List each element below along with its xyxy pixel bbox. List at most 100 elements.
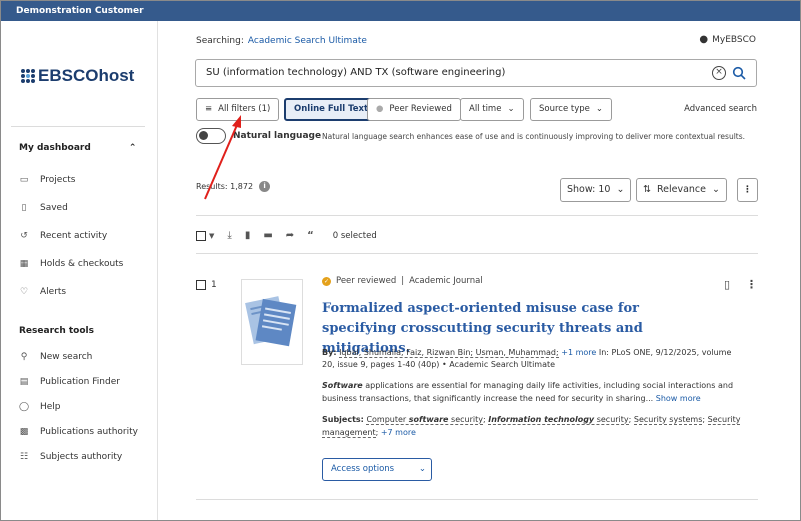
natural-language-description: Natural language search enhances ease of… bbox=[322, 132, 746, 141]
more-subjects-link[interactable]: +7 more bbox=[381, 428, 416, 437]
source-type-dropdown[interactable]: Source type ⌄ bbox=[530, 98, 613, 121]
all-filters-button[interactable]: ≡ All filters (1) bbox=[196, 98, 280, 121]
results-toolbar: ▼ ⤓ ▮ ▬ ➦ “ 0 selected bbox=[196, 230, 377, 241]
bell-icon: ♡ bbox=[19, 287, 29, 297]
database-link[interactable]: Academic Search Ultimate bbox=[248, 36, 367, 46]
folder-icon: ▭ bbox=[19, 175, 29, 185]
result-checkbox[interactable] bbox=[196, 280, 206, 290]
peer-reviewed-chip[interactable]: ● Peer Reviewed bbox=[367, 98, 461, 121]
ebscohost-logo[interactable]: EBSCOhost bbox=[21, 66, 134, 86]
sort-icon: ⇅ bbox=[643, 184, 651, 195]
sidebar-item-label: New search bbox=[40, 352, 93, 362]
share-icon[interactable]: ➦ bbox=[286, 230, 294, 241]
advanced-search-link[interactable]: Advanced search bbox=[684, 104, 757, 114]
select-all-control[interactable]: ▼ bbox=[196, 230, 214, 241]
sidebar-item-saved[interactable]: ▯ Saved bbox=[19, 203, 68, 213]
document-icon: ▤ bbox=[19, 377, 29, 387]
searching-database: Searching: Academic Search Ultimate bbox=[196, 36, 367, 46]
sidebar-item-label: Recent activity bbox=[40, 231, 108, 241]
natural-language-toggle[interactable] bbox=[196, 128, 226, 144]
sidebar-item-label: Saved bbox=[40, 203, 68, 213]
sort-dropdown[interactable]: ⇅ Relevance ⌄ bbox=[636, 178, 727, 202]
divider bbox=[196, 499, 758, 500]
online-full-text-chip[interactable]: Online Full Text bbox=[284, 98, 379, 121]
page-size-label: Show: 10 bbox=[567, 184, 611, 195]
selected-count: 0 selected bbox=[332, 230, 377, 241]
more-authors-link[interactable]: +1 more bbox=[561, 348, 596, 357]
show-more-link[interactable]: Show more bbox=[656, 394, 701, 403]
folder-add-icon[interactable]: ▬ bbox=[263, 230, 272, 241]
my-dashboard-heading: My dashboard bbox=[19, 143, 91, 153]
customer-bar: Demonstration Customer bbox=[1, 1, 800, 21]
bookmark-icon[interactable]: ▯ bbox=[724, 278, 730, 291]
page-size-dropdown[interactable]: Show: 10 ⌄ bbox=[560, 178, 632, 202]
source-type-text: Academic Journal bbox=[409, 276, 483, 286]
sidebar-item-label: Alerts bbox=[40, 287, 67, 297]
sidebar-item-subjects-authority[interactable]: ☷ Subjects authority bbox=[19, 452, 122, 462]
caret-down-icon[interactable]: ▼ bbox=[209, 232, 214, 240]
divider bbox=[196, 215, 758, 216]
result-index: 1 bbox=[211, 280, 217, 290]
chevron-down-icon: ⌄ bbox=[418, 464, 426, 474]
subject-link[interactable]: Security systems bbox=[633, 415, 703, 425]
subject-text: Computer bbox=[366, 415, 409, 424]
subject-link[interactable]: Computer software security bbox=[366, 415, 483, 425]
results-more-options-button[interactable]: ⋮ bbox=[737, 178, 758, 202]
search-icon[interactable] bbox=[732, 65, 746, 91]
chevron-down-icon: ⌄ bbox=[712, 184, 720, 195]
all-filters-label: All filters (1) bbox=[218, 104, 271, 114]
sidebar-item-holds-checkouts[interactable]: ▦ Holds & checkouts bbox=[19, 259, 124, 269]
clear-search-icon[interactable]: × bbox=[712, 66, 726, 80]
sidebar-divider bbox=[11, 126, 145, 127]
bookmark-icon[interactable]: ▮ bbox=[245, 230, 251, 241]
result-byline: By: Iqbal, Shumaila; Faiz, Rizwan Bin; U… bbox=[322, 347, 742, 371]
sidebar-item-projects[interactable]: ▭ Projects bbox=[19, 175, 76, 185]
subject-link[interactable]: Information technology security bbox=[488, 415, 629, 425]
research-tools-heading: Research tools bbox=[19, 326, 94, 336]
ebsco-logo-icon bbox=[21, 69, 35, 83]
select-all-checkbox[interactable] bbox=[196, 230, 206, 241]
kebab-menu-icon: ⋮ bbox=[743, 185, 752, 195]
sidebar-item-label: Subjects authority bbox=[40, 452, 123, 462]
sidebar-item-recent-activity[interactable]: ↺ Recent activity bbox=[19, 231, 107, 241]
all-time-dropdown[interactable]: All time ⌄ bbox=[460, 98, 524, 121]
result-thumbnail[interactable] bbox=[241, 279, 303, 365]
access-options-label: Access options bbox=[331, 464, 395, 474]
access-options-dropdown[interactable]: Access options ⌄ bbox=[322, 458, 432, 481]
hierarchy-icon: ☷ bbox=[19, 452, 29, 462]
filter-sliders-icon: ≡ bbox=[205, 104, 213, 114]
sort-label: Relevance bbox=[656, 184, 707, 195]
subjects-label: Subjects: bbox=[322, 415, 364, 424]
kebab-menu-icon[interactable]: ⋮ bbox=[746, 278, 757, 291]
natural-language-label: Natural language bbox=[233, 131, 322, 141]
customer-name: Demonstration Customer bbox=[16, 6, 144, 16]
result-abstract: Software applications are essential for … bbox=[322, 379, 742, 405]
sidebar-item-publication-finder[interactable]: ▤ Publication Finder bbox=[19, 377, 120, 387]
bookmark-icon: ▯ bbox=[21, 203, 27, 213]
sidebar-item-help[interactable]: ◯ Help bbox=[19, 402, 61, 412]
sidebar-item-alerts[interactable]: ♡ Alerts bbox=[19, 287, 66, 297]
info-icon[interactable]: i bbox=[259, 181, 271, 192]
result-select: 1 bbox=[196, 280, 217, 290]
subject-text: security bbox=[594, 415, 629, 424]
cite-icon[interactable]: “ bbox=[307, 230, 314, 241]
all-time-label: All time bbox=[469, 104, 502, 114]
download-icon[interactable]: ⤓ bbox=[227, 230, 231, 241]
article-document-icon bbox=[245, 296, 297, 347]
result-actions: ▯ ⋮ bbox=[724, 278, 757, 291]
chevron-down-icon: ⌄ bbox=[595, 104, 604, 114]
peer-reviewed-badge-icon: ✓ bbox=[322, 276, 331, 286]
sidebar-item-label: Holds & checkouts bbox=[40, 259, 124, 269]
sidebar-item-new-search[interactable]: ⚲ New search bbox=[19, 352, 93, 362]
my-dashboard-toggle[interactable]: My dashboard ⌃ bbox=[19, 143, 136, 153]
result-subjects: Subjects: Computer software security; In… bbox=[322, 415, 741, 438]
chevron-down-icon: ⌄ bbox=[507, 104, 515, 114]
results-count-label: Results: 1,872 bbox=[196, 182, 254, 191]
history-icon: ↺ bbox=[20, 231, 28, 241]
sidebar-item-label: Help bbox=[40, 402, 61, 412]
sidebar-item-publications-authority[interactable]: ▩ Publications authority bbox=[19, 427, 138, 437]
search-input[interactable]: SU (information technology) AND TX (soft… bbox=[195, 59, 757, 87]
myebsco-button[interactable]: ● MyEBSCO bbox=[699, 34, 756, 45]
circle-check-icon: ● bbox=[376, 104, 384, 114]
authors-links[interactable]: Iqbal, Shumaila; Faiz, Rizwan Bin; Usman… bbox=[339, 348, 559, 358]
